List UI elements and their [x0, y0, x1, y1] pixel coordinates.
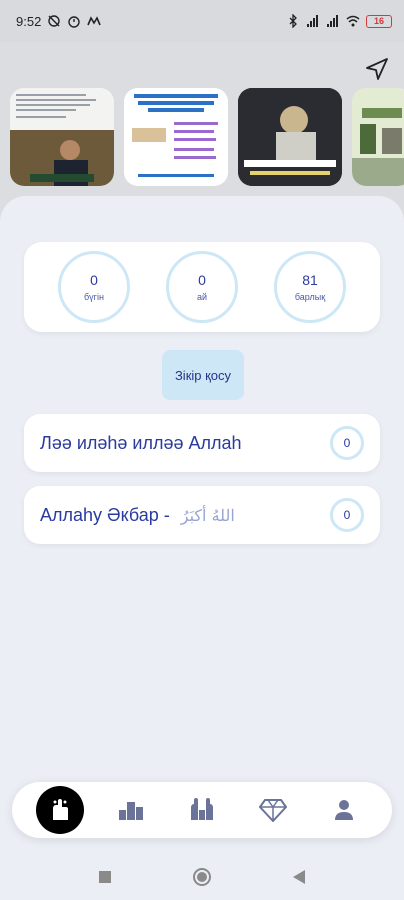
prayer-hands-icon: [190, 798, 213, 820]
signal-2-icon: [327, 15, 338, 27]
dhikr-counter[interactable]: 0: [330, 498, 364, 532]
stories-row: [10, 88, 404, 186]
month-label: ай: [196, 292, 208, 302]
app-notification-icon: [87, 16, 102, 26]
wifi-icon: [346, 15, 360, 27]
main-panel: 0 бүгін 0 ай 81 барлық Зікір қосу Ләә ил…: [0, 196, 404, 856]
back-icon[interactable]: [292, 869, 306, 885]
add-dhikr-button[interactable]: Зікір қосу: [162, 350, 244, 400]
nav-leaderboard[interactable]: [107, 786, 155, 834]
total-counter: 81 барлық: [274, 251, 346, 323]
month-count: 0: [198, 272, 206, 288]
battery-indicator: 16: [366, 14, 392, 28]
system-nav: [0, 854, 404, 900]
nav-dhikr[interactable]: [35, 786, 84, 834]
profile-icon: [335, 800, 354, 820]
nav-profile[interactable]: [320, 786, 368, 834]
dhikr-text: Аллаһу Әкбар - اللهُ أكبَرُ: [40, 505, 235, 526]
signal-icon: [307, 15, 318, 27]
story-2[interactable]: [124, 88, 228, 186]
status-time: 9:52: [16, 13, 42, 29]
dhikr-hand-icon: [52, 799, 68, 820]
send-icon[interactable]: [364, 56, 390, 82]
bluetooth-icon: [289, 14, 297, 28]
story-1[interactable]: [10, 88, 114, 186]
dhikr-item[interactable]: Ләә иләһә илләә Аллаһ 0: [24, 414, 380, 472]
home-icon[interactable]: [192, 867, 212, 887]
status-left: 9:52: [16, 13, 102, 29]
recents-icon[interactable]: [98, 870, 112, 884]
today-count: 0: [90, 272, 98, 288]
leaderboard-icon: [118, 802, 143, 820]
nav-premium[interactable]: [249, 786, 297, 834]
battery-level: 16: [373, 16, 384, 26]
dnd-off-icon: [48, 15, 61, 27]
alarm-icon: [68, 16, 81, 28]
today-label: бүгін: [84, 292, 104, 302]
nav-prayer[interactable]: [178, 786, 226, 834]
status-bar: 9:52 16: [0, 0, 404, 42]
dhikr-counter[interactable]: 0: [330, 426, 364, 460]
story-3[interactable]: [238, 88, 342, 186]
top-area: [0, 42, 404, 197]
dhikr-item[interactable]: Аллаһу Әкбар - اللهُ أكبَرُ 0: [24, 486, 380, 544]
dhikr-arabic: اللهُ أكبَرُ: [180, 505, 235, 525]
total-label: барлық: [294, 292, 326, 302]
counter-card: 0 бүгін 0 ай 81 барлық: [24, 242, 380, 332]
dhikr-text: Ләә иләһә илләә Аллаһ: [40, 433, 242, 454]
total-count: 81: [302, 272, 318, 288]
diamond-icon: [259, 799, 288, 822]
month-counter: 0 ай: [166, 251, 238, 323]
status-right: 16: [286, 14, 392, 28]
dhikr-label: Аллаһу Әкбар -: [40, 504, 175, 525]
story-4[interactable]: [352, 88, 404, 186]
today-counter: 0 бүгін: [58, 251, 130, 323]
dhikr-label: Ләә иләһә илләә Аллаһ: [40, 432, 242, 453]
bottom-nav: [12, 782, 392, 838]
